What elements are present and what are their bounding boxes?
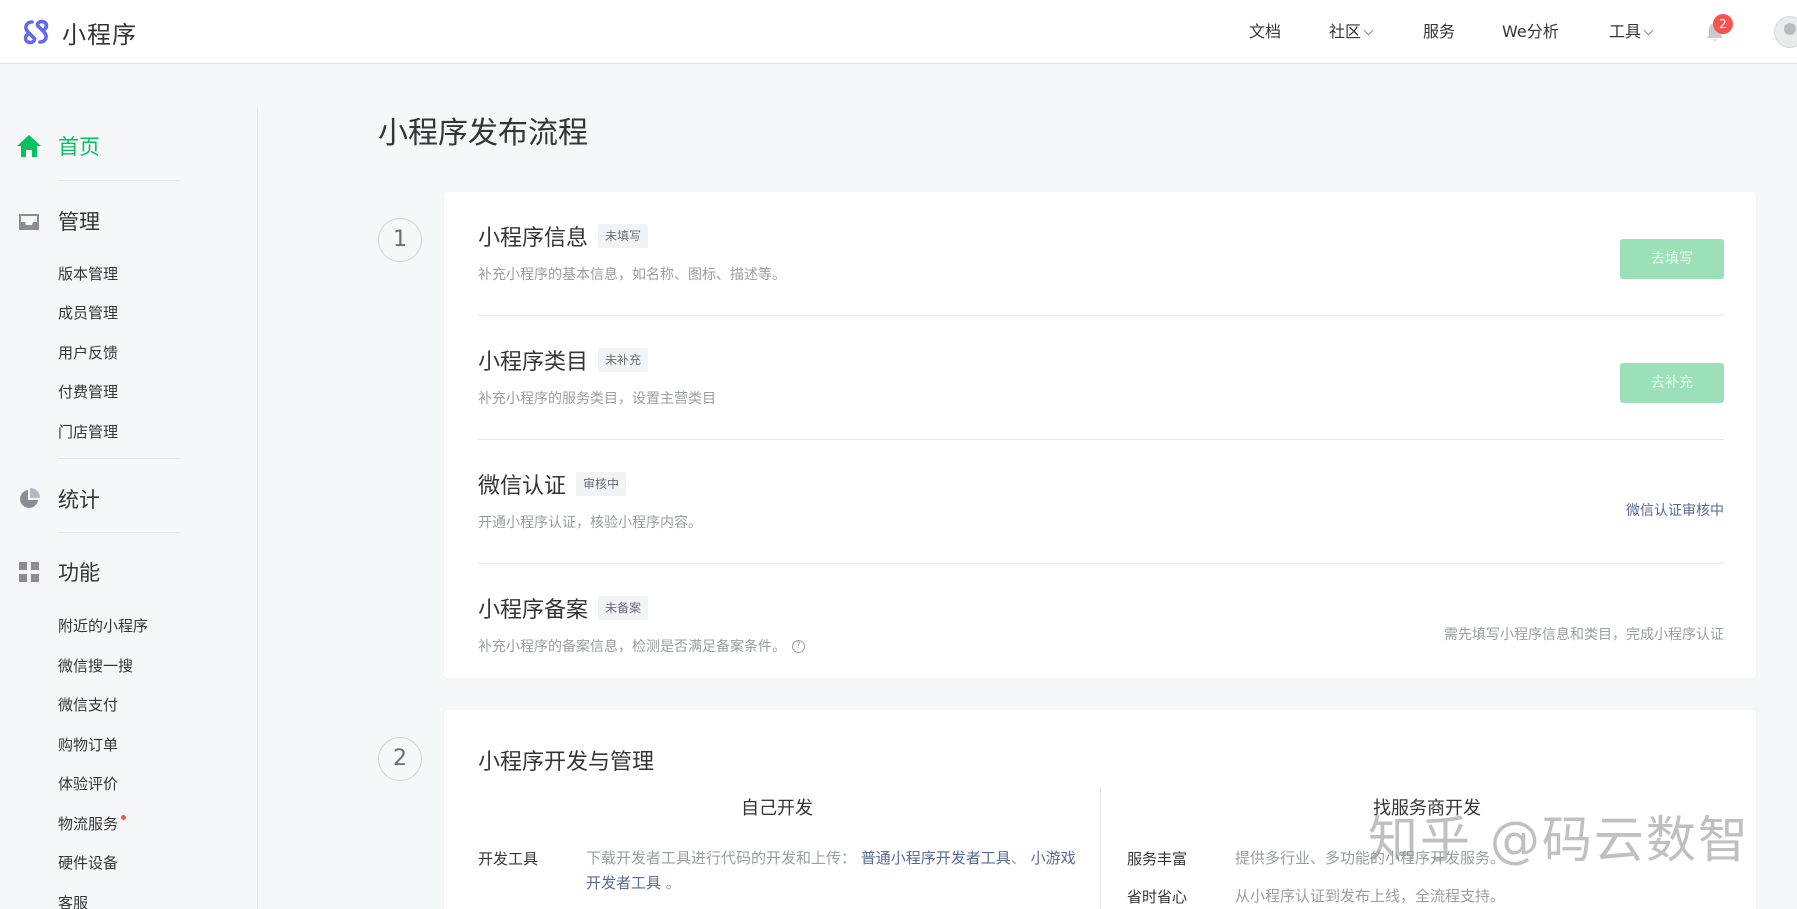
step-row-info: 小程序信息 未填写 补充小程序的基本信息，如名称、图标、描述等。 去填写 xyxy=(478,192,1724,316)
status-badge: 审核中 xyxy=(576,472,627,496)
add-category-button[interactable]: 去补充 xyxy=(1620,363,1724,403)
top-bar: 小程序 文档 社区 服务 We分析 工具 2 xyxy=(0,0,1797,64)
nav-services-label: 服务 xyxy=(1423,22,1456,41)
nav-docs[interactable]: 文档 xyxy=(1249,0,1281,64)
step-row-filing: 小程序备案 未备案 补充小程序的备案信息，检测是否满足备案条件。 ? 需先填写小… xyxy=(478,564,1724,688)
step-row-verification: 微信认证 审核中 开通小程序认证，核验小程序内容。 微信认证审核中 xyxy=(478,440,1724,564)
new-dot-indicator xyxy=(121,815,127,820)
watermark-text: 知乎 @码云数智 xyxy=(1368,811,1750,869)
sidebar-subitem-members[interactable]: 成员管理 xyxy=(58,302,118,323)
notification-badge: 2 xyxy=(1713,14,1733,34)
row-title-text: 小程序信息 xyxy=(478,226,589,251)
home-icon xyxy=(16,133,42,159)
column-divider xyxy=(1100,788,1101,909)
step-number: 2 xyxy=(378,737,422,781)
sidebar-item-label: 首页 xyxy=(58,135,100,159)
sidebar-subitem-orders[interactable]: 购物订单 xyxy=(58,734,118,755)
fill-info-button[interactable]: 去填写 xyxy=(1620,239,1724,279)
chevron-down-icon xyxy=(1643,25,1654,36)
brand-logo[interactable]: 小程序 xyxy=(18,14,137,50)
mini-program-devtools-link[interactable]: 普通小程序开发者工具 xyxy=(861,849,1011,867)
verification-status-link[interactable]: 微信认证审核中 xyxy=(1626,500,1724,520)
provider-feature-label: 省时省心 xyxy=(1127,888,1188,906)
sidebar-subitem-pay[interactable]: 微信支付 xyxy=(58,694,118,715)
dev-tools-description: 下载开发者工具进行代码的开发和上传： 普通小程序开发者工具、 小游戏开发者工具 … xyxy=(586,846,1082,896)
row-description: 补充小程序的服务类目，设置主营类目 xyxy=(478,391,716,407)
inbox-icon xyxy=(16,208,42,234)
self-dev-heading: 自己开发 xyxy=(741,798,813,819)
sidebar-subitem-service[interactable]: 客服 xyxy=(58,892,88,909)
sidebar-item-manage[interactable]: 管理 xyxy=(16,206,100,236)
chevron-down-icon xyxy=(1363,25,1374,36)
sidebar-divider xyxy=(58,532,180,533)
sidebar-divider xyxy=(58,180,180,181)
help-icon[interactable]: ? xyxy=(792,639,805,653)
nav-we-analysis[interactable]: We分析 xyxy=(1502,0,1559,64)
period: 。 xyxy=(665,874,681,892)
dev-tools-label: 开发工具 xyxy=(478,850,539,868)
sidebar-subitem-hardware[interactable]: 硬件设备 xyxy=(58,852,118,873)
nav-we-analysis-label: We分析 xyxy=(1502,22,1559,41)
step-number: 1 xyxy=(378,218,422,262)
nav-community[interactable]: 社区 xyxy=(1329,0,1374,64)
row-description: 补充小程序的备案信息，检测是否满足备案条件。 ? xyxy=(478,636,805,656)
nav-services[interactable]: 服务 xyxy=(1423,0,1455,64)
row-title-text: 微信认证 xyxy=(478,474,567,499)
row-title-text: 小程序类目 xyxy=(478,350,589,375)
row-title-text: 小程序备案 xyxy=(478,598,589,623)
separator: 、 xyxy=(1010,849,1026,867)
brand-name: 小程序 xyxy=(62,20,137,49)
sidebar-item-stats[interactable]: 统计 xyxy=(16,484,100,514)
sidebar-item-label: 功能 xyxy=(58,561,100,585)
nav-docs-label: 文档 xyxy=(1249,22,1282,41)
sidebar-subitem-label: 物流服务 xyxy=(58,815,119,833)
sidebar-divider xyxy=(58,458,180,459)
grid-icon xyxy=(16,559,42,585)
sidebar-subitem-nearby[interactable]: 附近的小程序 xyxy=(58,615,148,636)
section-title: 小程序开发与管理 xyxy=(478,750,655,775)
sidebar-subitem-stores[interactable]: 门店管理 xyxy=(58,421,118,442)
sidebar-subitem-logistics[interactable]: 物流服务 xyxy=(58,813,127,834)
sidebar-item-home[interactable]: 首页 xyxy=(16,131,100,161)
sidebar-divider xyxy=(257,108,258,909)
sidebar-subitem-search[interactable]: 微信搜一搜 xyxy=(58,655,133,676)
mini-program-logo-icon xyxy=(23,19,49,45)
sidebar-item-features[interactable]: 功能 xyxy=(16,557,100,587)
nav-tools-label: 工具 xyxy=(1609,22,1642,41)
status-badge: 未填写 xyxy=(598,224,649,248)
pie-chart-icon xyxy=(16,486,42,512)
row-description-text: 补充小程序的备案信息，检测是否满足备案条件。 xyxy=(478,639,786,655)
filing-requirement-note: 需先填写小程序信息和类目，完成小程序认证 xyxy=(1444,627,1724,643)
sidebar-subitem-payment[interactable]: 付费管理 xyxy=(58,381,118,402)
row-description: 补充小程序的基本信息，如名称、图标、描述等。 xyxy=(478,267,786,283)
step-row-category: 小程序类目 未补充 补充小程序的服务类目，设置主营类目 去补充 xyxy=(478,316,1724,440)
sidebar-item-label: 管理 xyxy=(58,210,100,234)
row-title: 小程序类目 未补充 xyxy=(478,344,649,376)
nav-community-label: 社区 xyxy=(1329,22,1362,41)
row-title: 小程序备案 未备案 xyxy=(478,592,649,624)
dev-tools-desc-text: 下载开发者工具进行代码的开发和上传： xyxy=(586,849,857,867)
row-title: 微信认证 审核中 xyxy=(478,468,627,500)
sidebar-subitem-feedback[interactable]: 用户反馈 xyxy=(58,342,118,363)
sidebar-subitem-reviews[interactable]: 体验评价 xyxy=(58,773,118,794)
provider-feature-label: 服务丰富 xyxy=(1127,850,1188,868)
status-badge: 未备案 xyxy=(598,596,649,620)
row-title: 小程序信息 未填写 xyxy=(478,220,649,252)
user-avatar[interactable] xyxy=(1774,16,1797,48)
page-title: 小程序发布流程 xyxy=(378,116,588,151)
row-description: 开通小程序认证，核验小程序内容。 xyxy=(478,515,702,531)
sidebar-subitem-version[interactable]: 版本管理 xyxy=(58,263,118,284)
status-badge: 未补充 xyxy=(598,348,649,372)
publish-steps-card: 小程序信息 未填写 补充小程序的基本信息，如名称、图标、描述等。 去填写 小程序… xyxy=(444,192,1756,678)
sidebar-item-label: 统计 xyxy=(58,488,100,512)
nav-tools[interactable]: 工具 xyxy=(1609,0,1654,64)
provider-feature-value: 从小程序认证到发布上线，全流程支持。 xyxy=(1235,887,1506,905)
